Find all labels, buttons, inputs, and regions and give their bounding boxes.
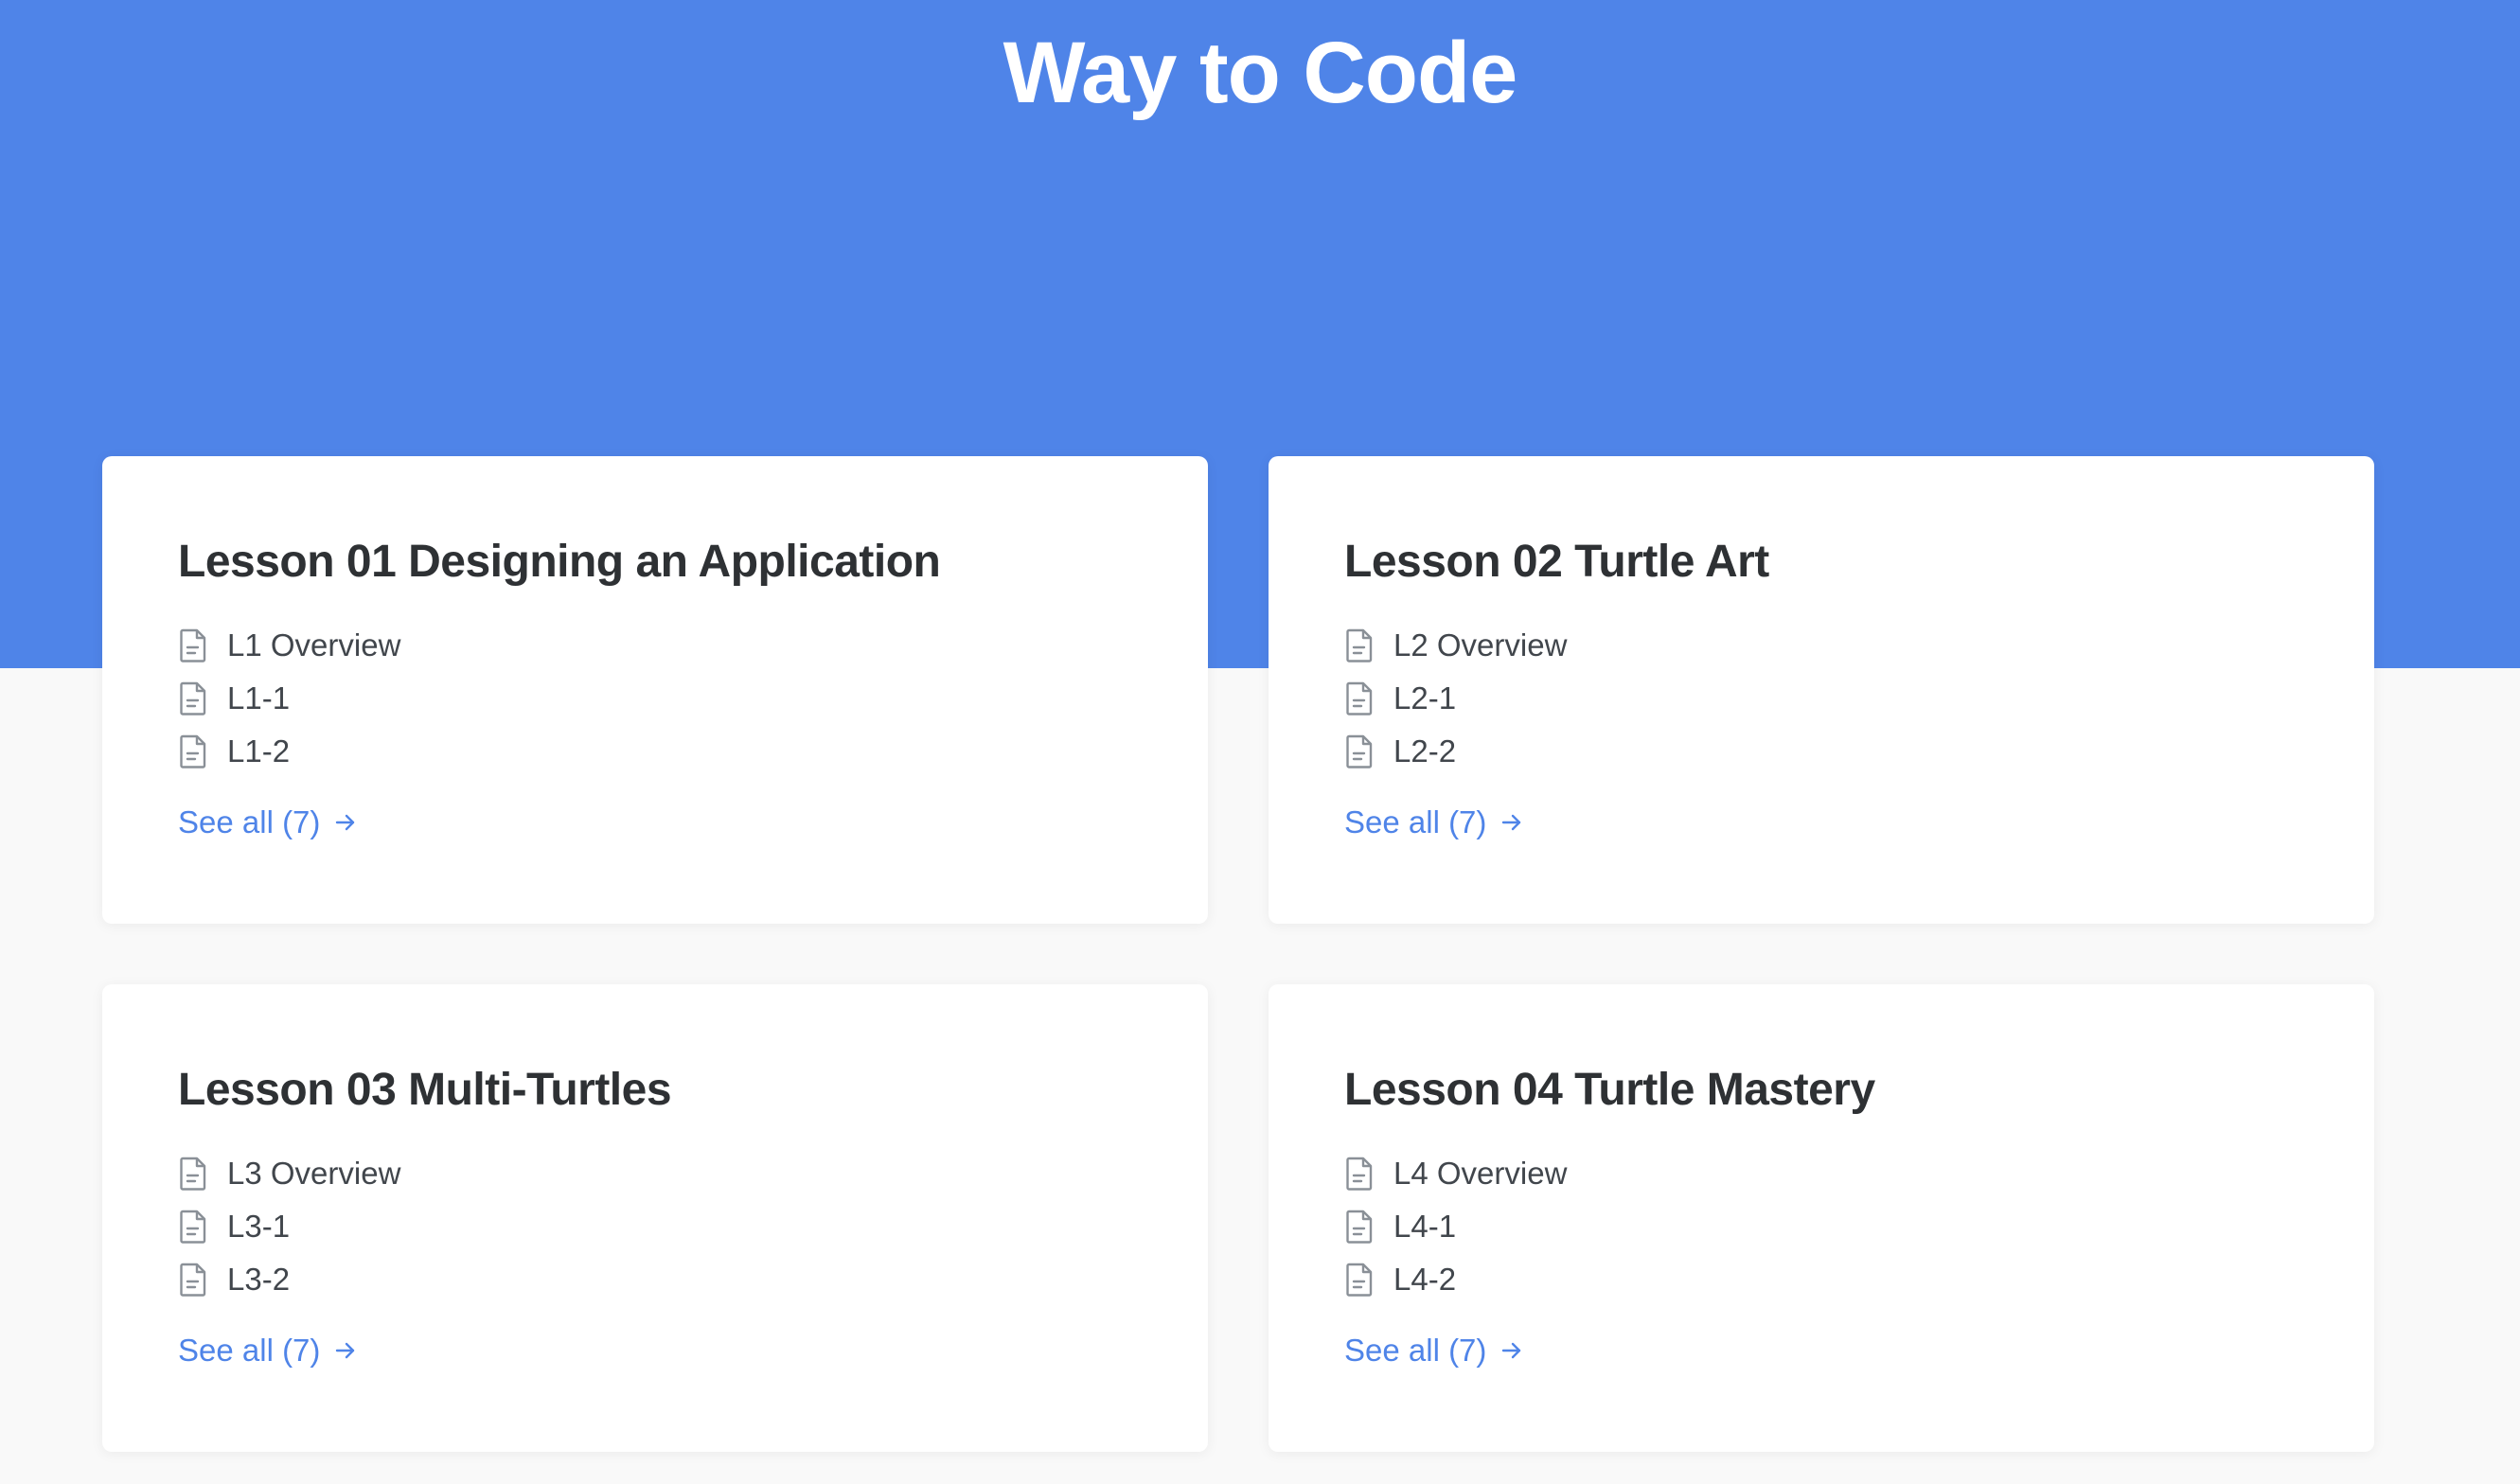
article-link[interactable]: L3-1	[178, 1200, 400, 1253]
arrow-right-icon	[1500, 810, 1524, 835]
article-link[interactable]: L2-2	[1344, 725, 1567, 778]
article-label: L1 Overview	[227, 627, 401, 662]
document-icon	[178, 628, 208, 662]
document-icon	[178, 1210, 208, 1244]
document-icon	[1344, 1263, 1375, 1297]
see-all-link[interactable]: See all (7)	[178, 804, 358, 840]
article-list: L3 Overview L3-1 L3-2	[178, 1147, 400, 1306]
article-link[interactable]: L1-1	[178, 672, 400, 725]
see-all-link[interactable]: See all (7)	[178, 1333, 358, 1369]
article-link[interactable]: L3-2	[178, 1253, 400, 1306]
article-link[interactable]: L1 Overview	[178, 619, 400, 672]
category-title[interactable]: Lesson 02 Turtle Art	[1344, 534, 1769, 591]
arrow-right-icon	[1500, 1338, 1524, 1363]
article-label: L1-1	[227, 680, 291, 716]
see-all-label: See all (7)	[178, 804, 321, 839]
see-all-label: See all (7)	[178, 1333, 321, 1368]
document-icon	[178, 1157, 208, 1191]
article-label: L2-1	[1393, 680, 1457, 716]
article-label: L2-2	[1393, 733, 1457, 768]
article-list: L2 Overview L2-1 L2-2	[1344, 619, 1567, 778]
article-list: L1 Overview L1-1 L1-2	[178, 619, 400, 778]
article-label: L3-2	[227, 1262, 291, 1297]
see-all-label: See all (7)	[1344, 804, 1487, 839]
article-link[interactable]: L3 Overview	[178, 1147, 400, 1200]
article-label: L4 Overview	[1393, 1156, 1568, 1191]
article-label: L3 Overview	[227, 1156, 401, 1191]
document-icon	[1344, 628, 1375, 662]
article-link[interactable]: L1-2	[178, 725, 400, 778]
article-link[interactable]: L4-2	[1344, 1253, 1567, 1306]
see-all-link[interactable]: See all (7)	[1344, 1333, 1524, 1369]
category-title[interactable]: Lesson 01 Designing an Application	[178, 534, 941, 591]
document-icon	[178, 1263, 208, 1297]
article-link[interactable]: L4-1	[1344, 1200, 1567, 1253]
article-link[interactable]: L4 Overview	[1344, 1147, 1567, 1200]
article-list: L4 Overview L4-1 L4-2	[1344, 1147, 1567, 1306]
category-card-lesson-03: Lesson 03 Multi-Turtles L3 Overview L3-1…	[102, 984, 1208, 1452]
arrow-right-icon	[333, 1338, 358, 1363]
category-card-lesson-02: Lesson 02 Turtle Art L2 Overview L2-1 L2…	[1269, 456, 2374, 924]
article-label: L2 Overview	[1393, 627, 1568, 662]
article-link[interactable]: L2-1	[1344, 672, 1567, 725]
article-label: L3-1	[227, 1209, 291, 1244]
document-icon	[1344, 681, 1375, 716]
document-icon	[1344, 1157, 1375, 1191]
document-icon	[178, 681, 208, 716]
arrow-right-icon	[333, 810, 358, 835]
see-all-link[interactable]: See all (7)	[1344, 804, 1524, 840]
article-link[interactable]: L2 Overview	[1344, 619, 1567, 672]
article-label: L4-1	[1393, 1209, 1457, 1244]
document-icon	[1344, 734, 1375, 768]
document-icon	[178, 734, 208, 768]
category-title[interactable]: Lesson 04 Turtle Mastery	[1344, 1062, 1875, 1119]
document-icon	[1344, 1210, 1375, 1244]
category-card-lesson-04: Lesson 04 Turtle Mastery L4 Overview L4-…	[1269, 984, 2374, 1452]
article-label: L4-2	[1393, 1262, 1457, 1297]
category-card-lesson-01: Lesson 01 Designing an Application L1 Ov…	[102, 456, 1208, 924]
see-all-label: See all (7)	[1344, 1333, 1487, 1368]
category-title[interactable]: Lesson 03 Multi-Turtles	[178, 1062, 672, 1119]
site-title[interactable]: Way to Code	[0, 21, 2520, 125]
article-label: L1-2	[227, 733, 291, 768]
